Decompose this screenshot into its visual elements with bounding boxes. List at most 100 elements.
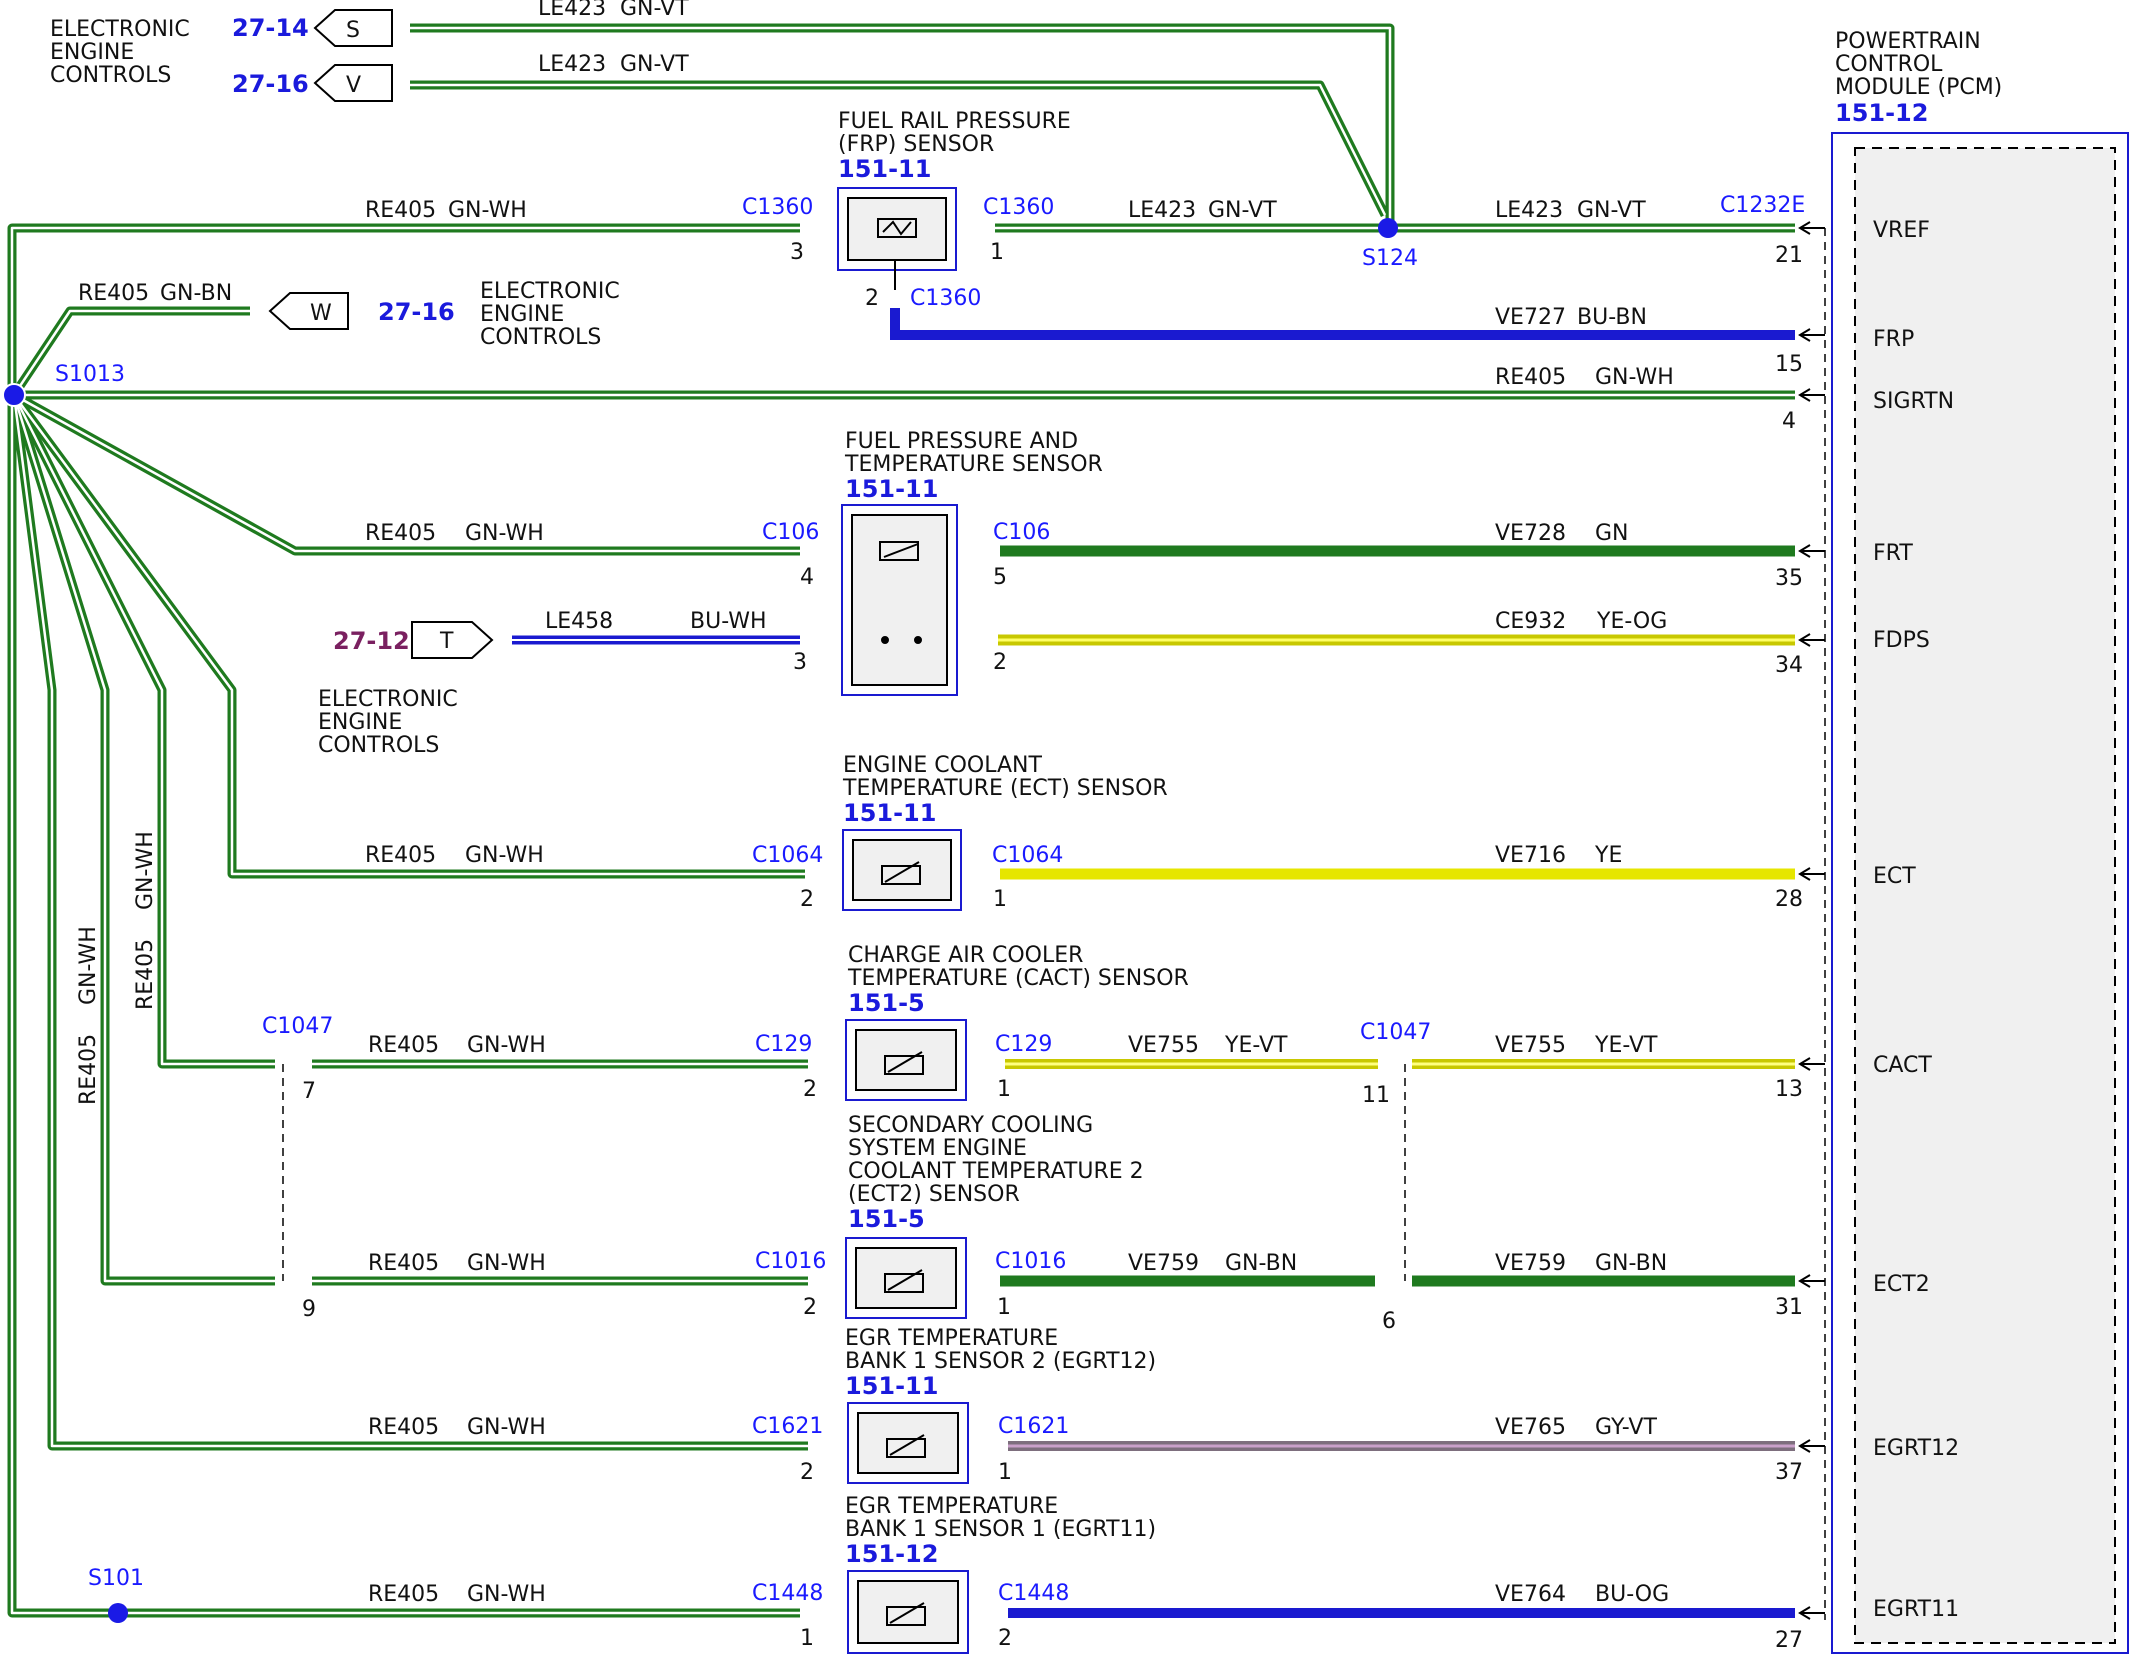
- egrt12-title-2: BANK 1 SENSOR 2 (EGRT12): [845, 1349, 1156, 1374]
- splice-s124[interactable]: [1378, 218, 1398, 238]
- ect2-pin-left: 2: [803, 1295, 817, 1320]
- pcm-pin-egrt12: EGRT12: [1873, 1436, 1959, 1461]
- connector-w-label-3: CONTROLS: [480, 325, 601, 350]
- frp-pcm-color: GN-VT: [1577, 198, 1646, 223]
- fpt-ref[interactable]: 151-11: [845, 475, 938, 503]
- ect-right-color: YE: [1594, 843, 1622, 868]
- splice-s101-label: S101: [88, 1566, 144, 1591]
- splices[interactable]: S1013 S124 S101: [2, 218, 1418, 1623]
- cact-box-inner: [855, 1029, 957, 1091]
- ect-sensor[interactable]: ENGINE COOLANT TEMPERATURE (ECT) SENSOR …: [365, 753, 1622, 912]
- splice-s101[interactable]: [108, 1603, 128, 1623]
- connector-t-label-2: ENGINE: [318, 710, 402, 735]
- ect2-sensor[interactable]: SECONDARY COOLING SYSTEM ENGINE COOLANT …: [368, 1113, 1667, 1320]
- vertical-labels: RE405 GN-WH RE405 GN-WH: [76, 831, 158, 1105]
- sigrtn-wire: RE405: [1495, 365, 1566, 390]
- cact-left-wire: RE405: [368, 1033, 439, 1058]
- cact-ref[interactable]: 151-5: [848, 989, 925, 1017]
- ect2-connector-right: C1016: [995, 1249, 1066, 1274]
- splice-s1013[interactable]: [2, 383, 26, 407]
- pcm-pin-frt: FRT: [1873, 541, 1913, 566]
- connector-t-label-3: CONTROLS: [318, 733, 439, 758]
- connector-v-color: GN-VT: [620, 52, 689, 77]
- frp-signal-wire: VE727: [1495, 305, 1566, 330]
- egrt11-connector-left: C1448: [752, 1581, 823, 1606]
- egrt12-ref[interactable]: 151-11: [845, 1372, 938, 1400]
- frp-connector-right: C1360: [983, 195, 1054, 220]
- connector-t: 27-12 T LE458 BU-WH ELECTRONIC ENGINE CO…: [318, 609, 767, 758]
- ect-title-2: TEMPERATURE (ECT) SENSOR: [842, 776, 1168, 801]
- cact-sensor[interactable]: CHARGE AIR COOLER TEMPERATURE (CACT) SEN…: [368, 943, 1658, 1102]
- frp-right-wire: LE423: [1128, 198, 1196, 223]
- cact-right-color2: YE-VT: [1594, 1033, 1658, 1058]
- cact-connector-right: C129: [995, 1032, 1052, 1057]
- frp-pin-left: 3: [790, 240, 804, 265]
- egrt11-pin-right: 2: [998, 1626, 1012, 1651]
- pcm-pin-ect: ECT: [1873, 864, 1916, 889]
- pcm-pin-fdps: FDPS: [1873, 628, 1930, 653]
- pcm-pinnum-egrt12: 37: [1775, 1460, 1803, 1485]
- fpt-fdps-wire: CE932: [1495, 609, 1566, 634]
- pcm-title-3: MODULE (PCM): [1835, 75, 2002, 100]
- fpt-title-1: FUEL PRESSURE AND: [845, 429, 1078, 454]
- ect-ref[interactable]: 151-11: [843, 799, 936, 827]
- pcm-pinnum-vref: 21: [1775, 243, 1803, 268]
- ect-left-color: GN-WH: [465, 843, 544, 868]
- cact-right-wire2: VE755: [1495, 1033, 1566, 1058]
- connector-t-wire: LE458: [545, 609, 613, 634]
- ect2-connector-left: C1016: [755, 1249, 826, 1274]
- ect-title-1: ENGINE COOLANT: [843, 753, 1043, 778]
- connector-w-shape[interactable]: [268, 292, 349, 330]
- egrt11-ref[interactable]: 151-12: [845, 1540, 938, 1568]
- vertical-label-b-wire: RE405: [133, 939, 158, 1010]
- connector-w-color: GN-BN: [160, 281, 232, 306]
- ect-left-wire: RE405: [365, 843, 436, 868]
- fpt-frt-color: GN: [1595, 521, 1629, 546]
- fpt-pin-r1: 5: [993, 565, 1007, 590]
- egrt11-left-color: GN-WH: [467, 1582, 546, 1607]
- pcm-pin-vref: VREF: [1873, 218, 1930, 243]
- pcm-title-1: POWERTRAIN: [1835, 29, 1981, 54]
- pcm-pin-cact: CACT: [1873, 1053, 1932, 1078]
- connector-t-ref[interactable]: 27-12: [333, 627, 410, 655]
- pcm-connector-label: C1232E: [1720, 193, 1805, 218]
- fpt-sensor[interactable]: FUEL PRESSURE AND TEMPERATURE SENSOR 151…: [365, 429, 1667, 696]
- cact-left-color: GN-WH: [467, 1033, 546, 1058]
- cact-title-1: CHARGE AIR COOLER: [848, 943, 1083, 968]
- ect2-ref[interactable]: 151-5: [848, 1205, 925, 1233]
- fpt-fdps-color: YE-OG: [1596, 609, 1667, 634]
- pcm-inner: [1854, 147, 2116, 1644]
- frp-connector-bottom: C1360: [910, 286, 981, 311]
- frp-pcm-wire: LE423: [1495, 198, 1563, 223]
- egrt12-left-wire: RE405: [368, 1415, 439, 1440]
- top-left-label-1: ELECTRONIC: [50, 17, 190, 42]
- connector-w-ref[interactable]: 27-16: [378, 298, 455, 326]
- connector-v-ref[interactable]: 27-16: [232, 70, 309, 98]
- connector-s-ref[interactable]: 27-14: [232, 14, 309, 42]
- ect-connector-left: C1064: [752, 843, 823, 868]
- ect2-box-inner: [855, 1247, 957, 1309]
- pcm-module[interactable]: POWERTRAIN CONTROL MODULE (PCM) 151-12 C…: [1720, 29, 2129, 1654]
- ect2-title-3: COOLANT TEMPERATURE 2: [848, 1159, 1144, 1184]
- egrt12-connector-right: C1621: [998, 1414, 1069, 1439]
- connector-w-tag: W: [310, 301, 332, 326]
- ect2-pin-right: 1: [997, 1295, 1011, 1320]
- pcm-title-2: CONTROL: [1835, 52, 1943, 77]
- ect-pin-left: 2: [800, 887, 814, 912]
- sigrtn-color: GN-WH: [1595, 365, 1674, 390]
- egrt12-right-wire: VE765: [1495, 1415, 1566, 1440]
- egrt12-sensor[interactable]: EGR TEMPERATURE BANK 1 SENSOR 2 (EGRT12)…: [368, 1326, 1657, 1485]
- fpt-left-color: GN-WH: [465, 521, 544, 546]
- c1047-pin-cact-right: 11: [1362, 1083, 1390, 1108]
- c1047-right-label: C1047: [1360, 1020, 1431, 1045]
- fpt-connector-left: C106: [762, 520, 819, 545]
- egrt11-sensor[interactable]: EGR TEMPERATURE BANK 1 SENSOR 1 (EGRT11)…: [368, 1494, 1669, 1654]
- frp-ref[interactable]: 151-11: [838, 155, 931, 183]
- connector-v-wire: LE423: [538, 52, 606, 77]
- pcm-ref[interactable]: 151-12: [1835, 99, 1928, 127]
- fpt-box-inner: [851, 514, 948, 686]
- cact-pin-left: 2: [803, 1077, 817, 1102]
- ect2-right-wire: VE759: [1128, 1251, 1199, 1276]
- ect2-left-color: GN-WH: [467, 1251, 546, 1276]
- pcm-pinnum-cact: 13: [1775, 1077, 1803, 1102]
